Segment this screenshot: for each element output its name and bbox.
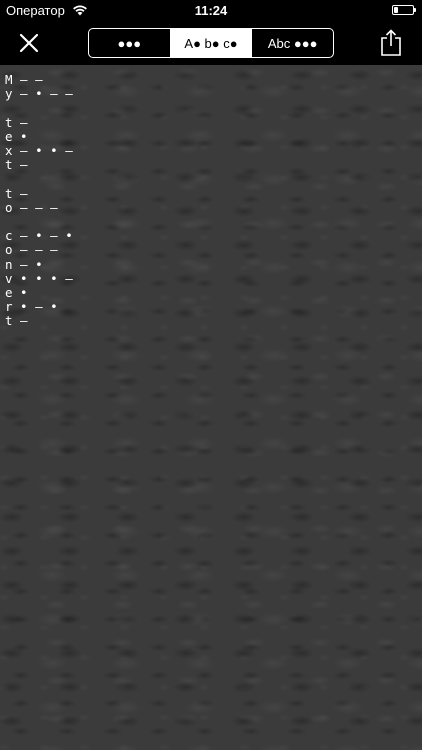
segment-letter-morse[interactable]: A● b● c● — [169, 29, 252, 57]
share-button[interactable] — [374, 25, 408, 61]
share-icon — [381, 29, 401, 56]
status-bar: Оператор 11:24 — [0, 0, 422, 22]
segment-text-morse[interactable]: Abc ●●● — [251, 29, 333, 57]
navigation-bar: ●●● A● b● c● Abc ●●● — [0, 22, 422, 65]
clock: 11:24 — [194, 3, 228, 18]
display-mode-segmented-control: ●●● A● b● c● Abc ●●● — [88, 28, 334, 58]
battery-level — [394, 7, 398, 13]
morse-output-area[interactable]: M — — y — • — — t — e • x — • • — t — t … — [0, 65, 422, 750]
close-icon — [19, 33, 39, 53]
close-button[interactable] — [12, 26, 46, 60]
battery-icon — [392, 5, 416, 15]
morse-translation-text: M — — y — • — — t — e • x — • • — t — t … — [5, 72, 73, 329]
segment-morse-only[interactable]: ●●● — [89, 29, 170, 57]
